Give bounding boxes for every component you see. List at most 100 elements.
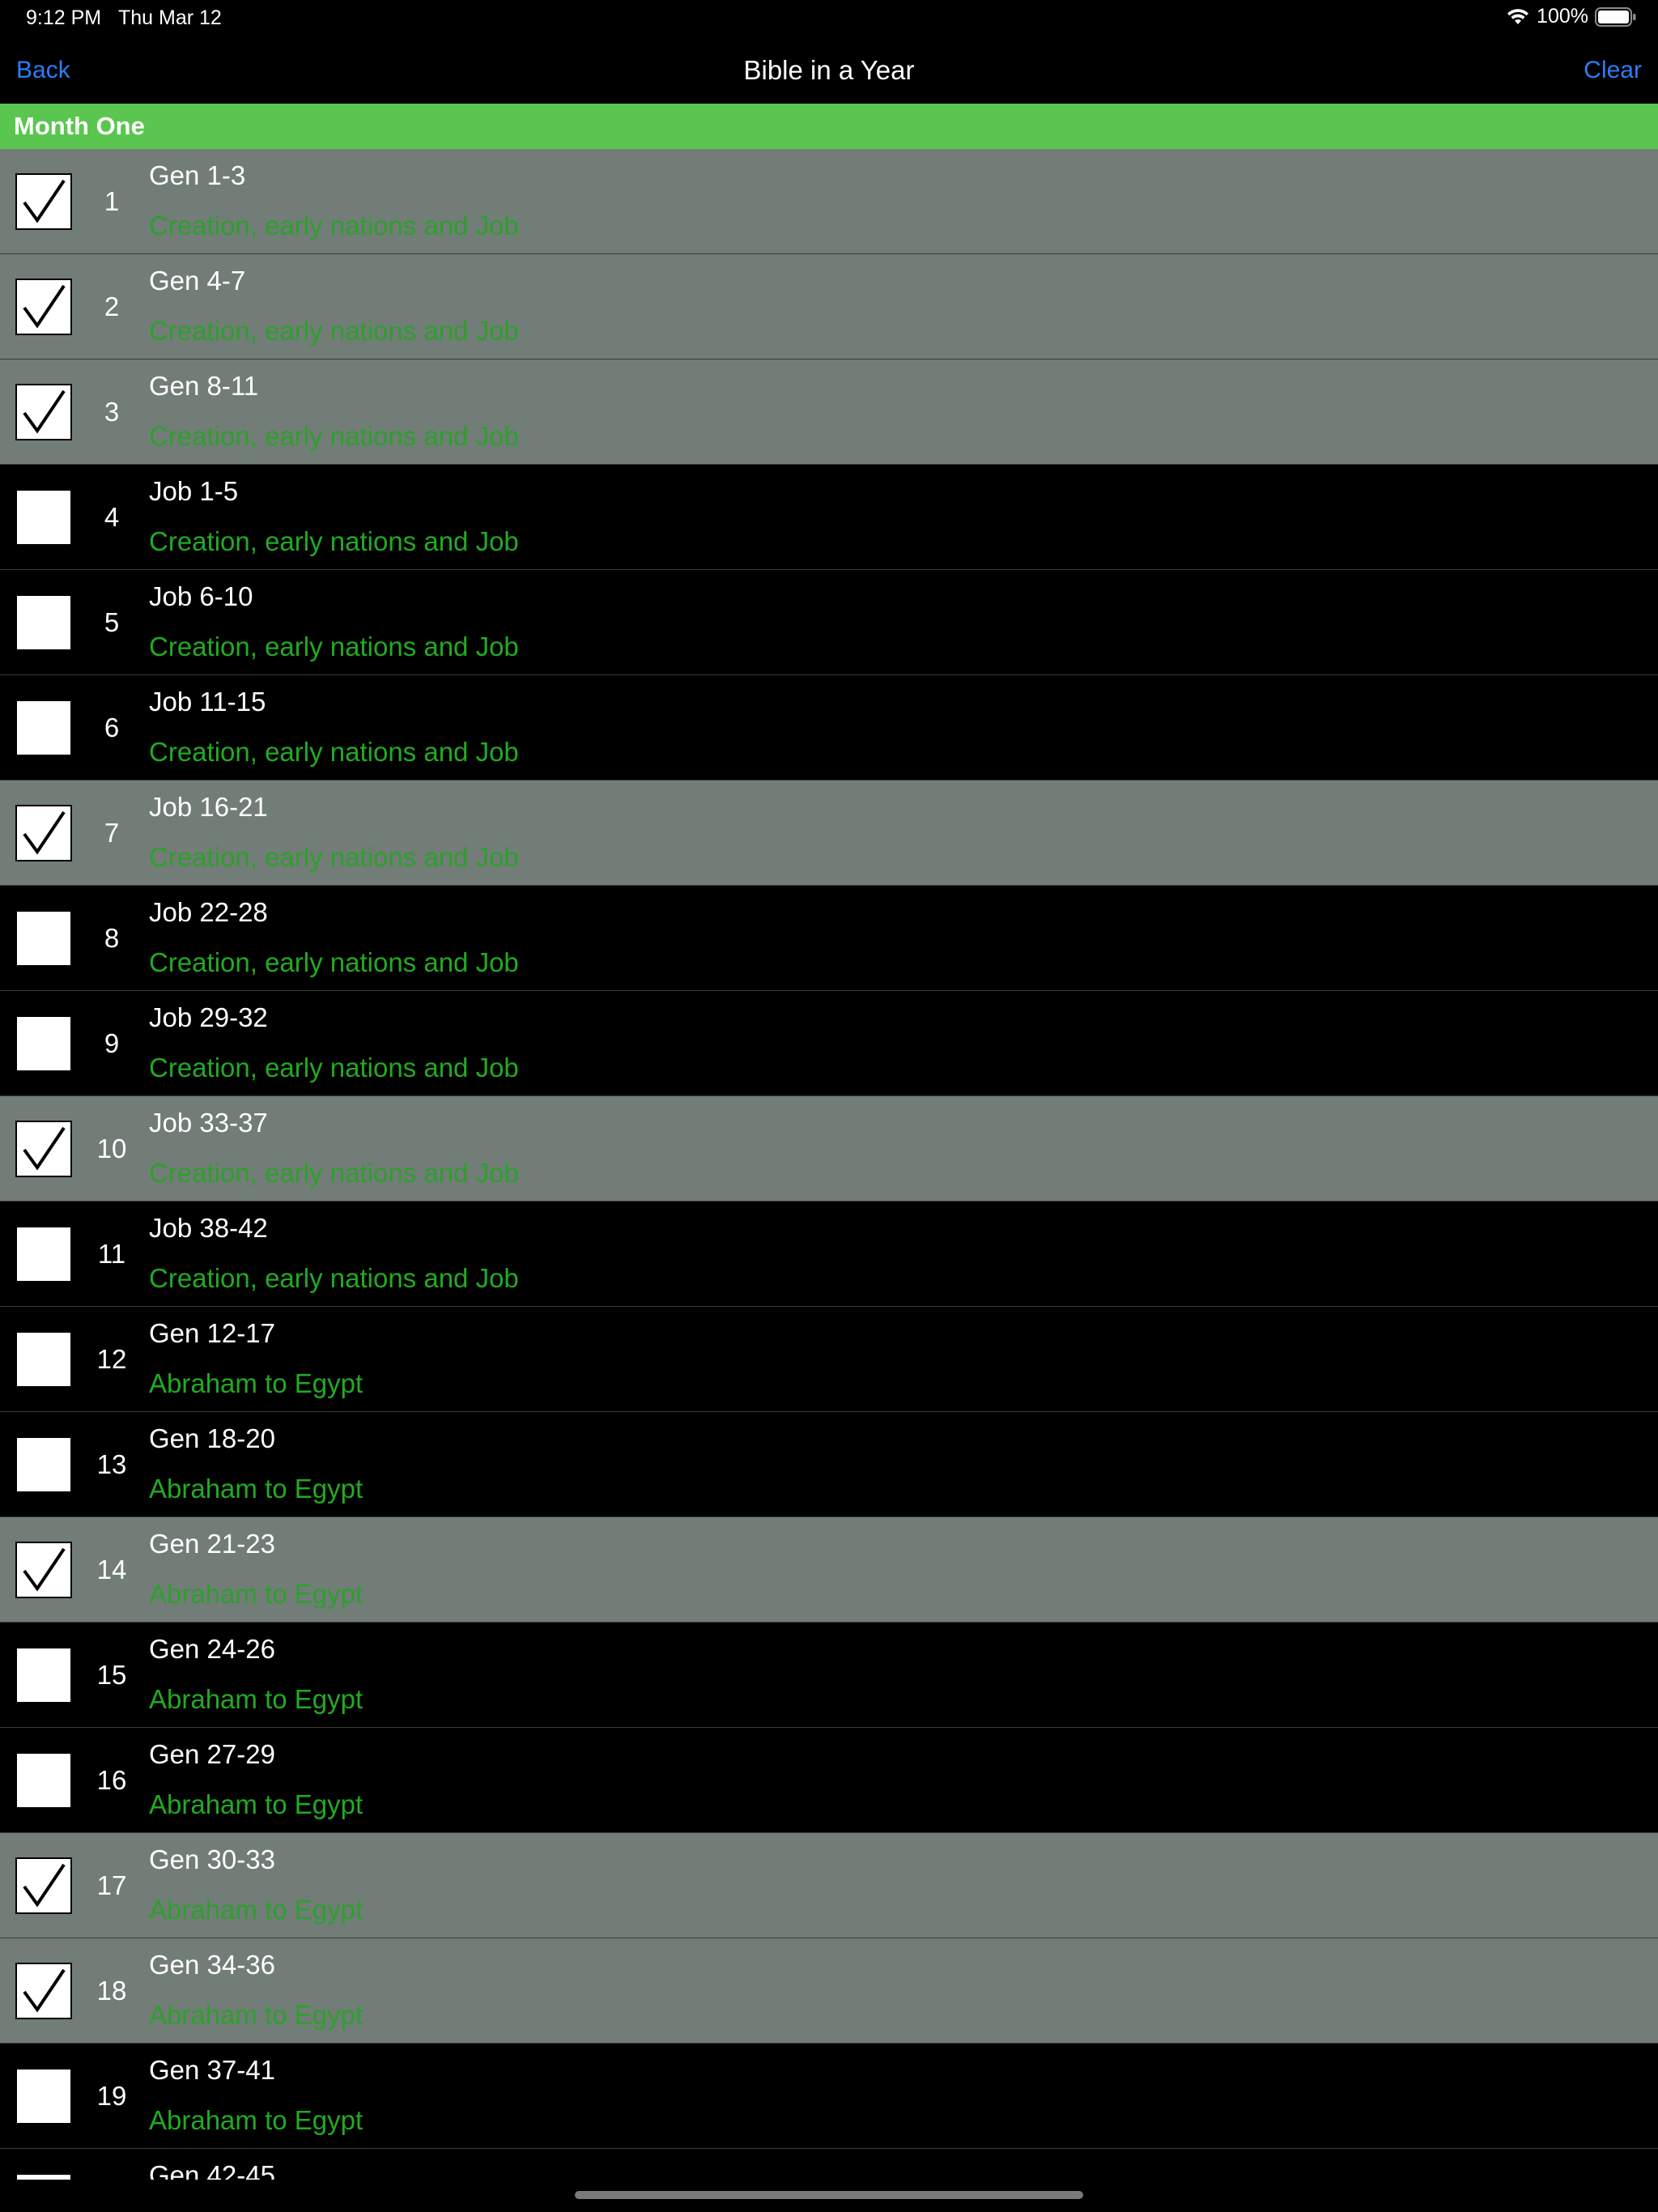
- completion-checkbox[interactable]: [15, 279, 72, 335]
- reading-row-14[interactable]: 14 Gen 21-23 Abraham to Egypt: [0, 1517, 1658, 1623]
- completion-checkbox[interactable]: [15, 489, 72, 546]
- reading-theme: Creation, early nations and Job: [149, 842, 519, 872]
- home-indicator: [575, 2191, 1083, 2199]
- checkmark-icon: [23, 1863, 66, 1908]
- reading-passage: Gen 18-20: [149, 1423, 275, 1453]
- wifi-icon: [1506, 7, 1530, 27]
- day-number: 3: [104, 397, 120, 427]
- reading-row-18[interactable]: 18 Gen 34-36 Abraham to Egypt: [0, 1938, 1658, 2044]
- completion-checkbox[interactable]: [15, 910, 72, 967]
- reading-row-4[interactable]: 4 Job 1-5 Creation, early nations and Jo…: [0, 465, 1658, 570]
- checkmark-icon: [23, 389, 66, 434]
- clear-button[interactable]: Clear: [1584, 57, 1642, 84]
- reading-passage: Job 6-10: [149, 581, 253, 611]
- status-date: Thu Mar 12: [118, 6, 222, 29]
- reading-row-12[interactable]: 12 Gen 12-17 Abraham to Egypt: [0, 1307, 1658, 1412]
- reading-passage: Gen 30-33: [149, 1844, 275, 1874]
- reading-row-11[interactable]: 11 Job 38-42 Creation, early nations and…: [0, 1202, 1658, 1307]
- status-time: 9:12 PM: [26, 6, 102, 29]
- checkmark-icon: [23, 1126, 66, 1171]
- completion-checkbox[interactable]: [15, 1752, 72, 1809]
- reading-row-16[interactable]: 16 Gen 27-29 Abraham to Egypt: [0, 1728, 1658, 1833]
- reading-passage: Job 22-28: [149, 897, 268, 927]
- reading-row-17[interactable]: 17 Gen 30-33 Abraham to Egypt: [0, 1833, 1658, 1938]
- completion-checkbox[interactable]: [15, 1226, 72, 1283]
- checkmark-icon: [23, 810, 66, 855]
- completion-checkbox[interactable]: [15, 1331, 72, 1388]
- reading-passage: Job 33-37: [149, 1108, 268, 1138]
- reading-row-1[interactable]: 1 Gen 1-3 Creation, early nations and Jo…: [0, 149, 1658, 254]
- completion-checkbox[interactable]: [15, 1436, 72, 1493]
- completion-checkbox[interactable]: [15, 1015, 72, 1072]
- checkmark-icon: [23, 1547, 66, 1592]
- reading-theme: Creation, early nations and Job: [149, 632, 519, 661]
- reading-row-2[interactable]: 2 Gen 4-7 Creation, early nations and Jo…: [0, 254, 1658, 359]
- section-title: Month One: [14, 112, 145, 140]
- completion-checkbox[interactable]: [15, 1963, 72, 2019]
- reading-passage: Gen 37-41: [149, 2055, 275, 2085]
- completion-checkbox[interactable]: [15, 1121, 72, 1177]
- reading-theme: Abraham to Egypt: [149, 2000, 363, 2030]
- day-number: 16: [96, 1765, 127, 1795]
- reading-row-7[interactable]: 7 Job 16-21 Creation, early nations and …: [0, 781, 1658, 886]
- reading-theme: Creation, early nations and Job: [149, 737, 519, 767]
- reading-row-9[interactable]: 9 Job 29-32 Creation, early nations and …: [0, 991, 1658, 1096]
- reading-passage: Gen 12-17: [149, 1318, 275, 1348]
- completion-checkbox[interactable]: [15, 173, 72, 230]
- reading-passage: Gen 24-26: [149, 1634, 275, 1664]
- checkmark-icon: [23, 284, 66, 329]
- reading-row-15[interactable]: 15 Gen 24-26 Abraham to Egypt: [0, 1623, 1658, 1728]
- completion-checkbox[interactable]: [15, 384, 72, 440]
- day-number: 12: [96, 1344, 127, 1374]
- reading-passage: Gen 42-45: [149, 2160, 275, 2180]
- completion-checkbox[interactable]: [15, 2173, 72, 2180]
- checkmark-icon: [23, 1968, 66, 2013]
- reading-theme: Creation, early nations and Job: [149, 421, 519, 451]
- reading-passage: Job 29-32: [149, 1002, 268, 1032]
- reading-passage: Job 1-5: [149, 476, 239, 506]
- reading-theme: Creation, early nations and Job: [149, 1158, 519, 1188]
- day-number: 7: [104, 818, 120, 848]
- reading-passage: Gen 27-29: [149, 1739, 275, 1769]
- checkmark-icon: [23, 179, 66, 223]
- completion-checkbox[interactable]: [15, 1647, 72, 1704]
- reading-theme: Abraham to Egypt: [149, 1789, 363, 1819]
- reading-theme: Creation, early nations and Job: [149, 526, 519, 556]
- reading-list[interactable]: 1 Gen 1-3 Creation, early nations and Jo…: [0, 149, 1658, 2180]
- day-number: 10: [96, 1134, 127, 1163]
- reading-row-20[interactable]: 20 Gen 42-45 Abraham to Egypt: [0, 2149, 1658, 2180]
- day-number: 1: [104, 186, 120, 216]
- reading-row-6[interactable]: 6 Job 11-15 Creation, early nations and …: [0, 675, 1658, 781]
- page-title: Bible in a Year: [743, 55, 915, 85]
- day-number: 9: [104, 1028, 120, 1058]
- reading-passage: Gen 21-23: [149, 1529, 275, 1559]
- reading-row-19[interactable]: 19 Gen 37-41 Abraham to Egypt: [0, 2044, 1658, 2149]
- navigation-bar: Back Bible in a Year Clear: [0, 39, 1658, 104]
- completion-checkbox[interactable]: [15, 1857, 72, 1914]
- completion-checkbox[interactable]: [15, 700, 72, 756]
- reading-row-5[interactable]: 5 Job 6-10 Creation, early nations and J…: [0, 570, 1658, 675]
- day-number: 14: [96, 1555, 127, 1585]
- day-number: 8: [104, 923, 120, 953]
- day-number: 4: [104, 502, 120, 532]
- completion-checkbox[interactable]: [15, 594, 72, 651]
- day-number: 2: [104, 291, 120, 321]
- status-bar: 9:12 PM Thu Mar 12 100%: [0, 0, 1658, 39]
- reading-row-3[interactable]: 3 Gen 8-11 Creation, early nations and J…: [0, 359, 1658, 465]
- reading-row-10[interactable]: 10 Job 33-37 Creation, early nations and…: [0, 1096, 1658, 1202]
- section-header: Month One: [0, 104, 1658, 149]
- completion-checkbox[interactable]: [15, 2068, 72, 2125]
- battery-icon: [1595, 6, 1637, 28]
- reading-passage: Job 38-42: [149, 1213, 268, 1243]
- reading-passage: Job 11-15: [149, 687, 266, 717]
- status-indicators: 100%: [1506, 5, 1637, 28]
- reading-row-13[interactable]: 13 Gen 18-20 Abraham to Egypt: [0, 1412, 1658, 1517]
- reading-row-8[interactable]: 8 Job 22-28 Creation, early nations and …: [0, 886, 1658, 991]
- reading-passage: Job 16-21: [149, 792, 268, 822]
- completion-checkbox[interactable]: [15, 1542, 72, 1598]
- completion-checkbox[interactable]: [15, 805, 72, 861]
- reading-theme: Creation, early nations and Job: [149, 211, 519, 240]
- reading-passage: Gen 34-36: [149, 1950, 275, 1980]
- reading-theme: Creation, early nations and Job: [149, 947, 519, 977]
- reading-theme: Creation, early nations and Job: [149, 316, 519, 346]
